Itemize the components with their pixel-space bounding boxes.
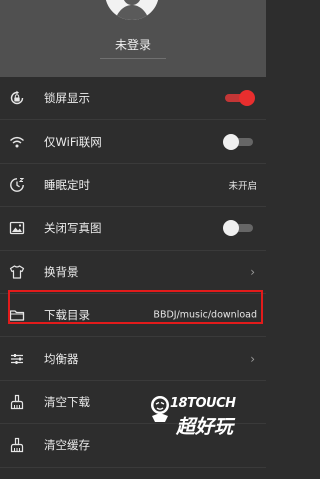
avatar[interactable] (105, 0, 159, 20)
chevron-right-icon: › (250, 264, 255, 279)
setting-label: 锁屏显示 (44, 91, 90, 106)
setting-wifi-only[interactable]: 仅WiFi联网 (0, 120, 266, 164)
setting-hide-photos[interactable]: 关闭写真图 (0, 207, 266, 251)
setting-sleep-timer[interactable]: 睡眠定时 未开启 (0, 164, 266, 208)
setting-label: 睡眠定时 (44, 177, 90, 192)
lock-rotate-icon (9, 90, 25, 106)
setting-label: 换背景 (44, 264, 79, 279)
setting-label: 均衡器 (44, 351, 79, 366)
watermark-text: 超好玩 (176, 416, 234, 438)
toggle-knob (239, 90, 255, 107)
setting-lockscreen-display[interactable]: 锁屏显示 (0, 77, 266, 121)
chevron-right-icon: › (250, 351, 255, 366)
wifi-icon (9, 134, 25, 150)
login-status-link[interactable]: 未登录 (0, 36, 266, 53)
folder-icon (9, 307, 25, 323)
hide-photos-toggle[interactable] (223, 220, 255, 237)
watermark-logo: 18TOUCH 超好玩 (148, 392, 260, 446)
image-icon (9, 220, 25, 236)
broom-icon (9, 394, 25, 410)
toggle-knob (223, 220, 239, 237)
setting-download-directory[interactable]: 下载目录 BBDJ/music/download (0, 294, 266, 338)
setting-label: 下载目录 (44, 308, 90, 323)
setting-change-background[interactable]: 换背景 › (0, 251, 266, 294)
watermark-text: 18TOUCH (170, 396, 236, 411)
shirt-icon (9, 264, 25, 280)
setting-label: 清空缓存 (44, 438, 90, 453)
equalizer-icon (9, 351, 25, 367)
toggle-knob (223, 133, 239, 150)
profile-header: 未登录 (0, 0, 266, 77)
wifi-only-toggle[interactable] (223, 133, 255, 150)
user-avatar-icon (115, 0, 149, 20)
sleep-timer-value: 未开启 (228, 180, 257, 192)
setting-label: 仅WiFi联网 (44, 134, 102, 149)
sleep-timer-icon (9, 177, 25, 193)
mascot-icon (151, 396, 169, 422)
setting-label: 清空下载 (44, 394, 90, 409)
lockscreen-toggle[interactable] (223, 90, 255, 107)
setting-label: 关闭写真图 (44, 221, 102, 236)
broom-icon (9, 437, 25, 453)
header-divider (100, 58, 166, 59)
setting-equalizer[interactable]: 均衡器 › (0, 337, 266, 381)
download-directory-value: BBDJ/music/download (153, 309, 257, 321)
